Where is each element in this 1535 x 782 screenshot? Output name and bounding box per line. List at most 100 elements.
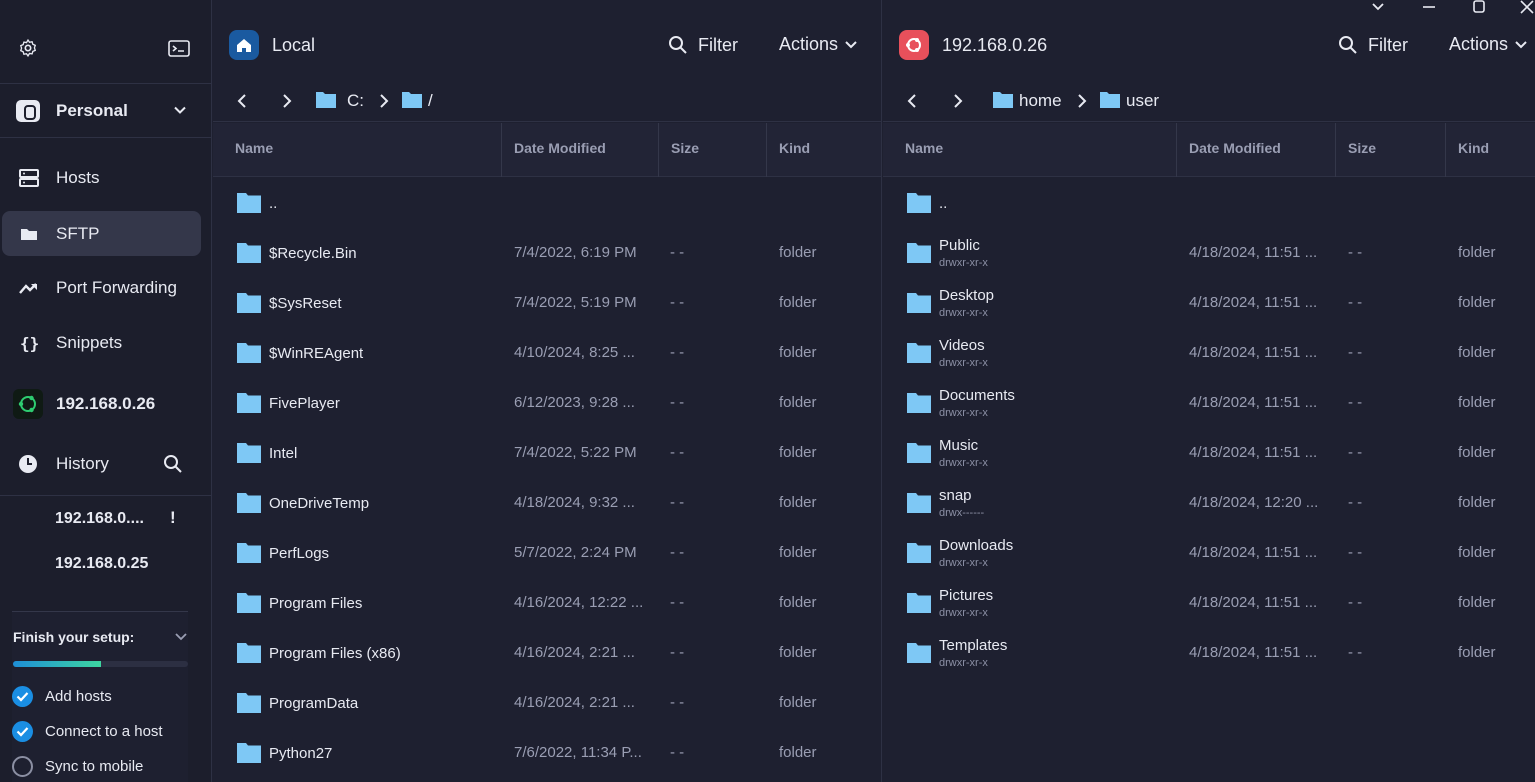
table-row[interactable]: FivePlayer 6/12/2023, 9:28 ... - - folder [213, 378, 881, 428]
folder-icon [237, 493, 261, 513]
file-name: .. [269, 195, 278, 212]
column-header-name[interactable]: Name [883, 123, 1176, 177]
table-row[interactable]: Python27 7/6/2022, 11:34 P... - - folder [213, 728, 881, 778]
ubuntu-icon[interactable] [13, 389, 43, 419]
table-row[interactable]: Music drwxr-xr-x 4/18/2024, 11:51 ... - - fo… [883, 428, 1535, 478]
folder-icon [237, 343, 261, 363]
table-row[interactable]: $SysReset 7/4/2022, 5:19 PM - - folder [213, 278, 881, 328]
folder-icon [907, 393, 931, 413]
history-entry[interactable]: 192.168.0.25 [55, 555, 148, 573]
column-header-size[interactable]: Size [658, 123, 766, 177]
search-icon[interactable] [163, 454, 183, 474]
forward-icon[interactable] [280, 93, 294, 109]
file-name: $Recycle.Bin [269, 245, 357, 262]
chevron-down-icon[interactable] [1515, 40, 1527, 50]
file-name: Templates [939, 637, 1008, 654]
table-row[interactable]: $WinREAgent 4/10/2024, 8:25 ... - - folder [213, 328, 881, 378]
table-row[interactable]: Videos drwxr-xr-x 4/18/2024, 11:51 ... - - f… [883, 328, 1535, 378]
vault-selector[interactable]: Personal [0, 84, 211, 138]
breadcrumb-item[interactable]: C: [347, 91, 364, 111]
chevron-down-icon[interactable] [1370, 0, 1386, 14]
sidebar-item-sftp[interactable]: SFTP [2, 211, 201, 256]
breadcrumb-item[interactable]: user [1126, 91, 1159, 111]
table-row[interactable]: ProgramData 4/16/2024, 2:21 ... - - folder [213, 678, 881, 728]
history-section[interactable]: History [0, 440, 212, 496]
connected-host-label[interactable]: 192.168.0.26 [56, 394, 155, 414]
close-icon[interactable] [1519, 0, 1535, 14]
setup-task-label: Sync to mobile [45, 758, 144, 775]
minimize-icon[interactable] [1421, 0, 1437, 14]
file-size: - - [670, 344, 685, 361]
file-date: 7/4/2022, 5:22 PM [514, 444, 637, 461]
chevron-down-icon[interactable] [845, 40, 857, 50]
table-row[interactable]: Documents drwxr-xr-x 4/18/2024, 11:51 ... -… [883, 378, 1535, 428]
filter-button[interactable]: Filter [698, 35, 738, 56]
table-row[interactable]: Public drwxr-xr-x 4/18/2024, 11:51 ... - - f… [883, 228, 1535, 278]
chevron-right-icon [380, 94, 389, 108]
file-kind: folder [779, 294, 817, 311]
column-header-kind[interactable]: Kind [766, 123, 882, 177]
table-row[interactable]: snap drwx------ 4/18/2024, 12:20 ... - - fol… [883, 478, 1535, 528]
file-kind: folder [779, 694, 817, 711]
column-header-date[interactable]: Date Modified [1176, 123, 1335, 177]
table-row[interactable]: Desktop drwxr-xr-x 4/18/2024, 11:51 ... - -… [883, 278, 1535, 328]
file-name: Videos [939, 337, 985, 354]
sidebar-item-snippets[interactable]: {} Snippets [2, 320, 201, 365]
actions-button[interactable]: Actions [1449, 34, 1508, 55]
maximize-icon[interactable] [1471, 0, 1487, 14]
column-header-name[interactable]: Name [213, 123, 501, 177]
file-name: Program Files (x86) [269, 645, 401, 662]
file-date: 4/18/2024, 11:51 ... [1189, 244, 1318, 261]
actions-button[interactable]: Actions [779, 34, 838, 55]
table-row[interactable]: Program Files 4/16/2024, 12:22 ... - - fold… [213, 578, 881, 628]
filter-button[interactable]: Filter [1368, 35, 1408, 56]
breadcrumb-item[interactable]: home [1019, 91, 1062, 111]
table-row[interactable]: Intel 7/4/2022, 5:22 PM - - folder [213, 428, 881, 478]
file-date: 7/4/2022, 5:19 PM [514, 294, 637, 311]
file-size: - - [1348, 244, 1363, 261]
table-row[interactable]: Pictures drwxr-xr-x 4/18/2024, 11:51 ... - … [883, 578, 1535, 628]
back-icon[interactable] [905, 93, 919, 109]
chevron-down-icon[interactable] [175, 632, 187, 642]
forward-icon[interactable] [951, 93, 965, 109]
file-size: - - [1348, 594, 1363, 611]
file-permissions: drwxr-xr-x [939, 557, 988, 569]
setup-task[interactable]: Add hosts [12, 684, 188, 708]
table-header: Name Date Modified Size Kind [213, 123, 881, 177]
column-header-date[interactable]: Date Modified [501, 123, 658, 177]
table-row[interactable]: $Recycle.Bin 7/4/2022, 6:19 PM - - folder [213, 228, 881, 278]
file-name: $WinREAgent [269, 345, 364, 362]
file-size: - - [670, 494, 685, 511]
terminal-icon[interactable] [168, 40, 190, 57]
file-kind: folder [1458, 494, 1496, 511]
sidebar-item-port-forwarding[interactable]: Port Forwarding [2, 265, 201, 310]
sidebar-top [0, 0, 211, 84]
file-name: ProgramData [269, 695, 359, 712]
sidebar-item-hosts[interactable]: Hosts [2, 155, 201, 200]
file-kind: folder [779, 394, 817, 411]
folder-icon [907, 293, 931, 313]
file-kind: folder [779, 444, 817, 461]
table-row[interactable]: Downloads drwxr-xr-x 4/18/2024, 11:51 ... -… [883, 528, 1535, 578]
table-row[interactable]: Program Files (x86) 4/16/2024, 2:21 ... - … [213, 628, 881, 678]
setup-task[interactable]: Connect to a host [12, 719, 188, 743]
table-row[interactable]: .. [213, 178, 881, 228]
folder-icon [237, 243, 261, 263]
local-panel-header: Local Filter Actions [213, 0, 881, 84]
back-icon[interactable] [235, 93, 249, 109]
table-row[interactable]: Templates drwxr-xr-x 4/18/2024, 11:51 ... -… [883, 628, 1535, 678]
table-row[interactable]: .. [883, 178, 1535, 228]
table-row[interactable]: PerfLogs 5/7/2022, 2:24 PM - - folder [213, 528, 881, 578]
breadcrumb-item[interactable]: / [428, 91, 433, 111]
file-name: .. [939, 195, 948, 212]
setup-task[interactable]: Sync to mobile [12, 754, 188, 778]
file-name: Music [939, 437, 979, 454]
file-date: 4/10/2024, 8:25 ... [514, 344, 635, 361]
column-header-kind[interactable]: Kind [1445, 123, 1535, 177]
column-header-size[interactable]: Size [1335, 123, 1445, 177]
table-row[interactable]: OneDriveTemp 4/18/2024, 9:32 ... - - folder [213, 478, 881, 528]
panel-title: Local [272, 35, 316, 55]
gear-icon[interactable] [18, 38, 38, 58]
setup-checklist: Finish your setup: Add hosts Connect to … [12, 611, 188, 782]
history-entry[interactable]: 192.168.0.... [55, 510, 144, 528]
